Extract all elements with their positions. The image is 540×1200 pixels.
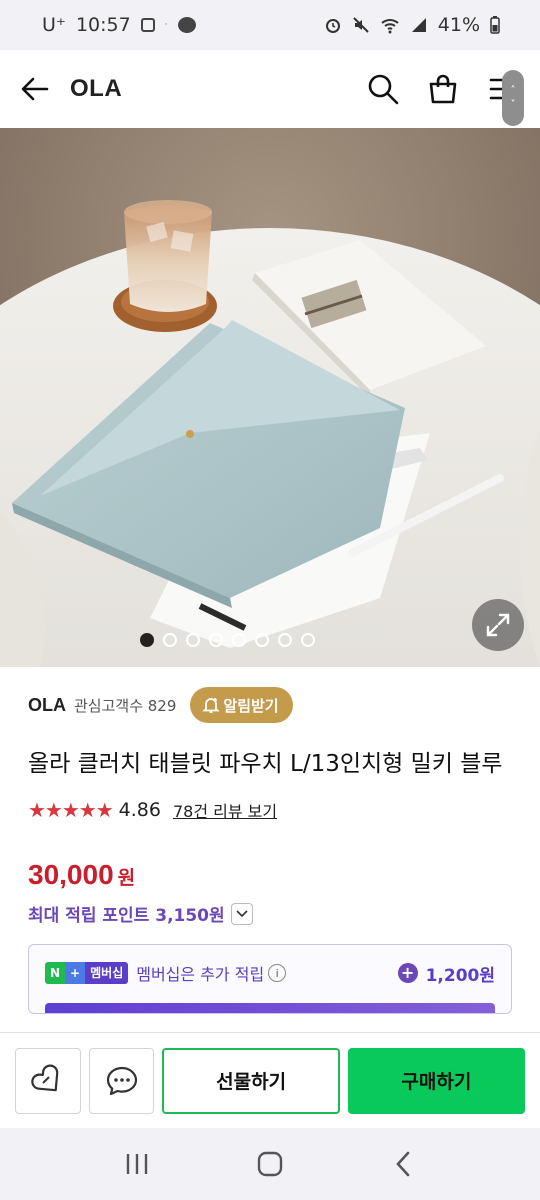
product-image-carousel[interactable] (0, 128, 540, 667)
info-icon[interactable]: i (268, 964, 287, 982)
status-bar: U⁺ 10:57 · 41% (0, 0, 540, 50)
carrier-label: U⁺ (42, 14, 66, 36)
chat-button[interactable] (88, 1047, 155, 1114)
seller-row: OLA 관심고객수 829 알림받기 (28, 667, 512, 743)
cart-button[interactable] (426, 72, 460, 106)
system-nav-bar (0, 1128, 540, 1200)
carousel-dot[interactable] (277, 633, 292, 647)
app-header: OLA (0, 50, 540, 128)
arrow-left-icon (21, 77, 49, 101)
shopping-bag-icon (429, 74, 457, 104)
carousel-dot[interactable] (231, 633, 246, 647)
bottom-action-bar: 선물하기 구매하기 (0, 1032, 540, 1128)
signal-icon (411, 18, 426, 32)
points-row[interactable]: 최대 적립 포인트 3,150원 (28, 901, 512, 926)
plus-circle-icon: + (397, 963, 418, 983)
home-icon (257, 1151, 283, 1177)
review-link[interactable]: 78건 리뷰 보기 (173, 798, 277, 822)
scroll-control[interactable]: ˄ ˅ (502, 70, 524, 126)
seller-name[interactable]: OLA (28, 695, 66, 716)
max-points-label: 최대 적립 포인트 3,150원 (28, 906, 225, 926)
battery-percent: 41% (437, 14, 480, 36)
status-left: U⁺ 10:57 · (42, 14, 196, 36)
chevron-down-icon (236, 909, 248, 917)
carousel-dot[interactable] (139, 633, 154, 647)
carousel-dot[interactable] (300, 633, 315, 647)
product-title: 올라 클러치 태블릿 파우치 L/13인치형 밀키 블루 (28, 751, 503, 777)
chevron-up-icon[interactable]: ˄ (511, 84, 516, 98)
carousel-dot[interactable] (254, 633, 269, 647)
chat-icon (177, 17, 196, 33)
recent-apps-button[interactable] (107, 1139, 167, 1189)
npay-membership-badge: N + 멤버십 (45, 962, 129, 984)
home-button[interactable] (240, 1139, 300, 1189)
header-actions (366, 72, 520, 106)
carousel-dot[interactable] (185, 633, 200, 647)
notify-button[interactable]: 알림받기 (190, 687, 293, 723)
membership-text: 멤버십은 추가 적립 (136, 965, 265, 984)
price-value: 30,000 (28, 859, 114, 890)
chevron-left-icon (396, 1151, 410, 1177)
carousel-dots (0, 633, 540, 647)
gift-button[interactable]: 선물하기 (162, 1047, 340, 1114)
expand-image-button[interactable] (472, 599, 524, 651)
alarm-icon (325, 19, 340, 33)
system-back-button[interactable] (373, 1139, 433, 1189)
price-row: 30,000 원 (28, 859, 512, 891)
back-button[interactable] (20, 74, 50, 104)
badge-n: N (45, 962, 66, 984)
notify-label: 알림받기 (223, 696, 279, 715)
wishlist-button[interactable] (15, 1047, 81, 1114)
chat-bubble-icon (106, 1066, 137, 1095)
chevron-down-icon[interactable]: ˅ (511, 98, 516, 112)
notification-icon (140, 18, 155, 32)
badge-label: 멤버십 (85, 962, 129, 984)
recent-apps-icon (126, 1154, 147, 1174)
search-icon (368, 74, 399, 105)
price-currency: 원 (117, 867, 136, 889)
bell-plus-icon (202, 698, 221, 713)
battery-icon (490, 16, 500, 34)
product-info: OLA 관심고객수 829 알림받기 올라 클러치 태블릿 파우치 L/13인치… (0, 667, 540, 1014)
brand-title[interactable]: OLA (70, 75, 122, 103)
wifi-icon (381, 19, 399, 34)
carousel-dot[interactable] (162, 633, 177, 647)
search-button[interactable] (366, 72, 400, 106)
heart-tag-icon (31, 1064, 59, 1091)
followers-count: 관심고객수 829 (74, 696, 177, 715)
expand-icon (486, 613, 510, 637)
membership-points: 1,200원 (425, 965, 495, 986)
membership-extra: + 1,200원 (397, 961, 495, 986)
badge-plus: + (65, 962, 86, 984)
rating-stars: ★★★★★ (28, 798, 114, 822)
clock: 10:57 (75, 14, 131, 36)
membership-row: N + 멤버십 멤버십은 추가 적립 i + 1,200원 (45, 957, 495, 989)
buy-button[interactable]: 구매하기 (347, 1047, 526, 1114)
status-right: 41% (324, 14, 500, 36)
membership-banner[interactable] (45, 1003, 495, 1013)
rating-value: 4.86 (118, 799, 161, 821)
rating-row: ★★★★★ 4.86 78건 리뷰 보기 (28, 795, 512, 825)
product-photo (0, 128, 540, 667)
points-toggle[interactable] (230, 902, 253, 925)
carousel-dot[interactable] (208, 633, 223, 647)
mute-icon (353, 17, 369, 33)
membership-box[interactable]: N + 멤버십 멤버십은 추가 적립 i + 1,200원 (28, 944, 512, 1014)
notification-small-icon: · (164, 20, 168, 30)
